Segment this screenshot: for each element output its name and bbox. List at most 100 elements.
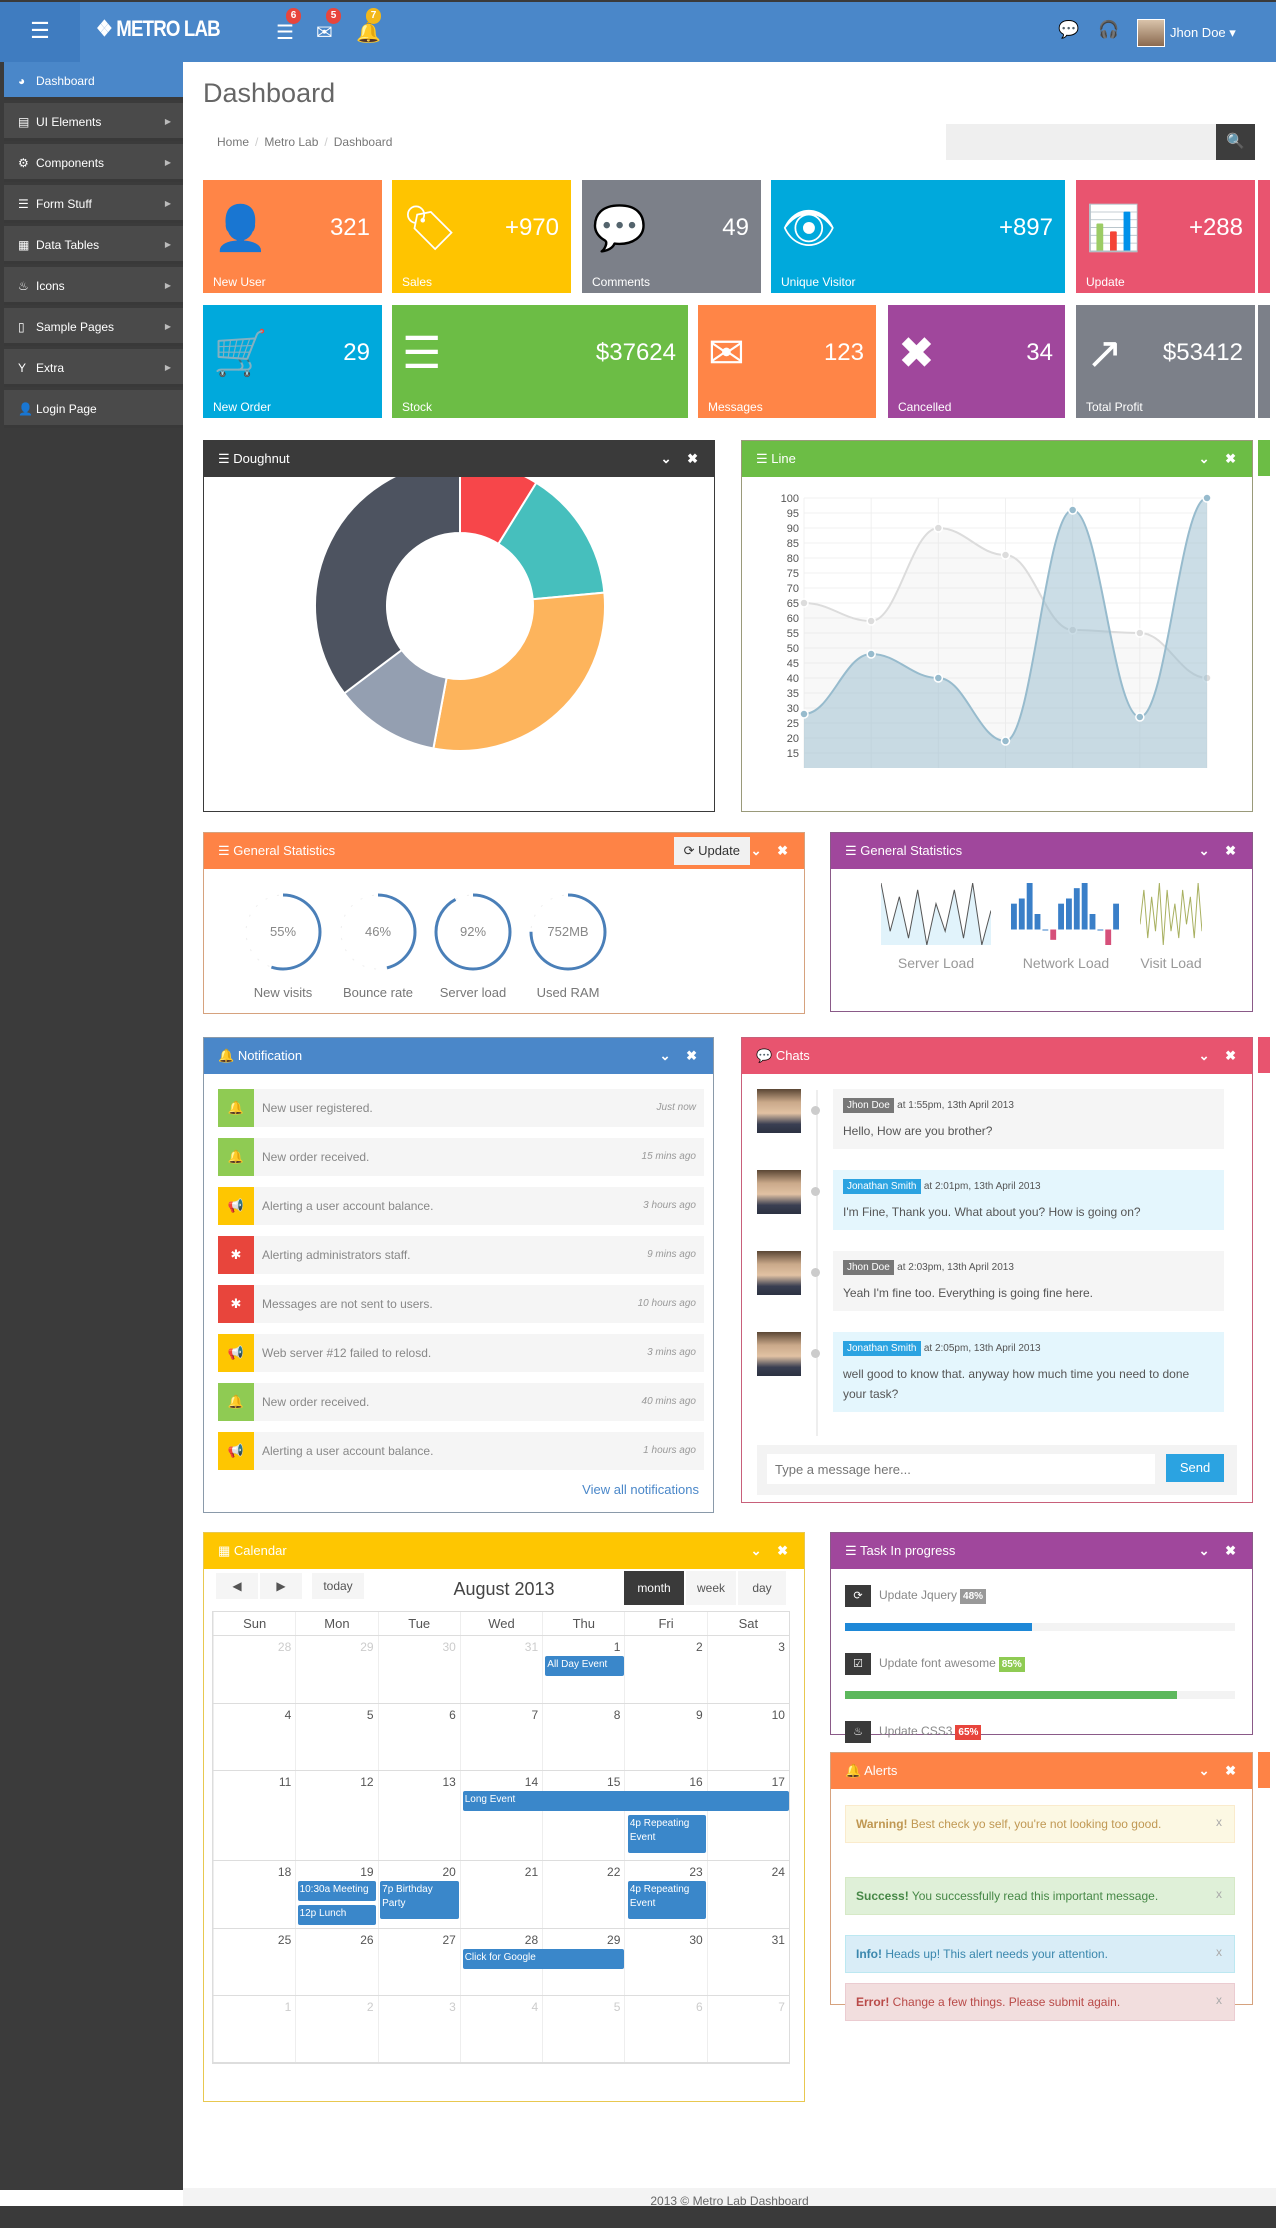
calendar-day[interactable]: 31 <box>459 1636 542 1703</box>
panel-controls[interactable]: ⌄ ✖ <box>1199 1533 1242 1569</box>
hamburger-icon[interactable]: ☰ <box>0 2 80 62</box>
calendar-day[interactable]: 31 <box>706 1929 789 1995</box>
stat-tile-update[interactable]: 📊 +288 Update <box>1076 180 1255 293</box>
sidebar-item-components[interactable]: ⚙ Components ▶ <box>4 144 183 182</box>
chat-author[interactable]: Jonathan Smith <box>843 1179 921 1194</box>
envelope-icon[interactable]: ✉ <box>316 20 333 45</box>
close-icon[interactable]: x <box>1216 1942 1222 1962</box>
sidebar-item-data-tables[interactable]: ▦ Data Tables ▶ <box>4 226 183 264</box>
stat-tile-comments[interactable]: 💬 49 Comments <box>582 180 761 293</box>
panel-controls[interactable]: ⌄ ✖ <box>1199 833 1242 869</box>
view-month-button[interactable]: month <box>624 1571 684 1605</box>
view-all-notifications-link[interactable]: View all notifications <box>582 1482 699 1497</box>
panel-controls[interactable]: ⌄ ✖ <box>1199 1753 1242 1789</box>
close-icon[interactable]: x <box>1216 1884 1222 1904</box>
breadcrumb-item[interactable]: Metro Lab <box>264 135 318 149</box>
calendar-day[interactable]: 17 <box>706 1771 789 1860</box>
stat-tile-total-profit[interactable]: ↗ $53412 Total Profit <box>1076 305 1255 418</box>
sidebar-item-dashboard[interactable]: ◕ Dashboard <box>4 62 183 100</box>
calendar-day[interactable]: 10 <box>706 1704 789 1770</box>
calendar-day[interactable]: 12 <box>295 1771 377 1860</box>
calendar-day[interactable]: 6 <box>624 1996 706 2062</box>
search-icon[interactable]: 🔍 <box>1216 124 1255 160</box>
chat-author[interactable]: Jhon Doe <box>843 1098 894 1113</box>
calendar-event[interactable]: Long Event <box>462 1791 789 1811</box>
calendar-day[interactable]: 18 <box>213 1861 295 1928</box>
calendar-day[interactable]: 7 <box>706 1996 789 2062</box>
stat-tile-new-order[interactable]: 🛒 29 New Order <box>203 305 382 418</box>
calendar-day[interactable]: 3 <box>377 1996 460 2062</box>
calendar-event[interactable]: 7p Birthday Party <box>380 1881 459 1919</box>
calendar-day[interactable]: 30 <box>377 1636 460 1703</box>
calendar-day[interactable]: 30 <box>624 1929 706 1995</box>
calendar-day[interactable]: 26 <box>295 1929 377 1995</box>
calendar-day[interactable]: 1 <box>213 1996 295 2062</box>
notification-item[interactable]: ✱ Alerting administrators staff. 9 mins ag… <box>218 1236 704 1274</box>
send-button[interactable]: Send <box>1166 1454 1224 1482</box>
sidebar-item-icons[interactable]: ♨ Icons ▶ <box>4 267 183 305</box>
panel-controls[interactable]: ⌄ ✖ <box>1199 441 1242 477</box>
stat-tile-unique-visitor[interactable]: 👁 +897 Unique Visitor <box>771 180 1065 293</box>
calendar-day[interactable]: 21 <box>459 1861 542 1928</box>
search-input[interactable] <box>946 124 1216 160</box>
bell-icon[interactable]: 🔔 <box>356 20 381 45</box>
notification-item[interactable]: 🔔 New order received. 15 mins ago <box>218 1138 704 1176</box>
calendar-event[interactable]: 4p Repeating Event <box>627 1881 707 1919</box>
logo[interactable]: ❖ METRO LAB <box>96 16 221 42</box>
calendar-day[interactable]: 22 <box>542 1861 624 1928</box>
panel-controls[interactable]: ⌄ ✖ <box>1199 1038 1242 1074</box>
panel-controls[interactable]: ⌄ ✖ <box>751 833 794 869</box>
close-icon[interactable]: x <box>1216 1990 1222 2010</box>
calendar-day[interactable]: 2 <box>624 1636 706 1703</box>
calendar-day[interactable]: 25 <box>213 1929 295 1995</box>
sidebar-item-extra[interactable]: Y Extra ▶ <box>4 349 183 387</box>
notification-item[interactable]: 📢 Web server #12 failed to relosd. 3 mins … <box>218 1334 704 1372</box>
calendar-day[interactable]: 7 <box>459 1704 542 1770</box>
chat-icon[interactable]: 💬 <box>1058 20 1079 40</box>
sidebar-item-login-page[interactable]: 👤 Login Page <box>4 390 183 428</box>
panel-controls[interactable]: ⌄ ✖ <box>660 1038 703 1074</box>
breadcrumb-item[interactable]: Home <box>217 135 249 149</box>
calendar-event[interactable]: 4p Repeating Event <box>627 1815 707 1853</box>
sidebar-item-form-stuff[interactable]: ☰ Form Stuff ▶ <box>4 185 183 223</box>
calendar-day[interactable]: 4 <box>459 1996 542 2062</box>
calendar-day[interactable]: 28 <box>213 1636 295 1703</box>
calendar-day[interactable]: 5 <box>295 1704 377 1770</box>
calendar-day[interactable]: 15 <box>542 1771 624 1860</box>
calendar-day[interactable]: 13 <box>377 1771 460 1860</box>
calendar-day[interactable]: 5 <box>542 1996 624 2062</box>
calendar-day[interactable]: 24 <box>706 1861 789 1928</box>
calendar-event[interactable]: 10:30a Meeting <box>297 1881 377 1901</box>
calendar-day[interactable]: 27 <box>377 1929 460 1995</box>
chat-author[interactable]: Jonathan Smith <box>843 1341 921 1356</box>
stat-tile-stock[interactable]: ☰ $37624 Stock <box>392 305 688 418</box>
calendar-day[interactable]: 11 <box>213 1771 295 1860</box>
view-week-button[interactable]: week <box>686 1571 736 1605</box>
update-button[interactable]: ⟳ Update <box>673 837 750 865</box>
stat-tile-messages[interactable]: ✉ 123 Messages <box>698 305 876 418</box>
notification-item[interactable]: 🔔 New order received. 40 mins ago <box>218 1383 704 1421</box>
notification-item[interactable]: 🔔 New user registered. Just now <box>218 1089 704 1127</box>
notification-item[interactable]: 📢 Alerting a user account balance. 1 hours… <box>218 1432 704 1470</box>
stat-tile-sales[interactable]: 🏷 +970 Sales <box>392 180 571 293</box>
calendar-day[interactable]: 29 <box>295 1636 377 1703</box>
notification-item[interactable]: 📢 Alerting a user account balance. 3 hours… <box>218 1187 704 1225</box>
chat-message-input[interactable] <box>767 1454 1155 1484</box>
sidebar-item-sample-pages[interactable]: ▯ Sample Pages ▶ <box>4 308 183 346</box>
calendar-event[interactable]: 12p Lunch <box>297 1905 377 1925</box>
calendar-day[interactable]: 3 <box>706 1636 789 1703</box>
calendar-event[interactable]: All Day Event <box>545 1656 624 1676</box>
chat-author[interactable]: Jhon Doe <box>843 1260 894 1275</box>
sidebar-item-ui-elements[interactable]: ▤ UI Elements ▶ <box>4 103 183 141</box>
calendar-day[interactable]: 8 <box>542 1704 624 1770</box>
close-icon[interactable]: x <box>1216 1812 1222 1832</box>
calendar-day[interactable]: 2 <box>295 1996 377 2062</box>
calendar-event[interactable]: Click for Google <box>462 1949 624 1969</box>
panel-controls[interactable]: ⌄ ✖ <box>751 1533 794 1569</box>
notification-item[interactable]: ✱ Messages are not sent to users. 10 hours… <box>218 1285 704 1323</box>
avatar[interactable] <box>1137 19 1165 47</box>
stat-tile-cancelled[interactable]: ✖ 34 Cancelled <box>888 305 1065 418</box>
calendar-day[interactable]: 6 <box>377 1704 460 1770</box>
panel-controls[interactable]: ⌄ ✖ <box>661 441 704 477</box>
calendar-day[interactable]: 4 <box>213 1704 295 1770</box>
